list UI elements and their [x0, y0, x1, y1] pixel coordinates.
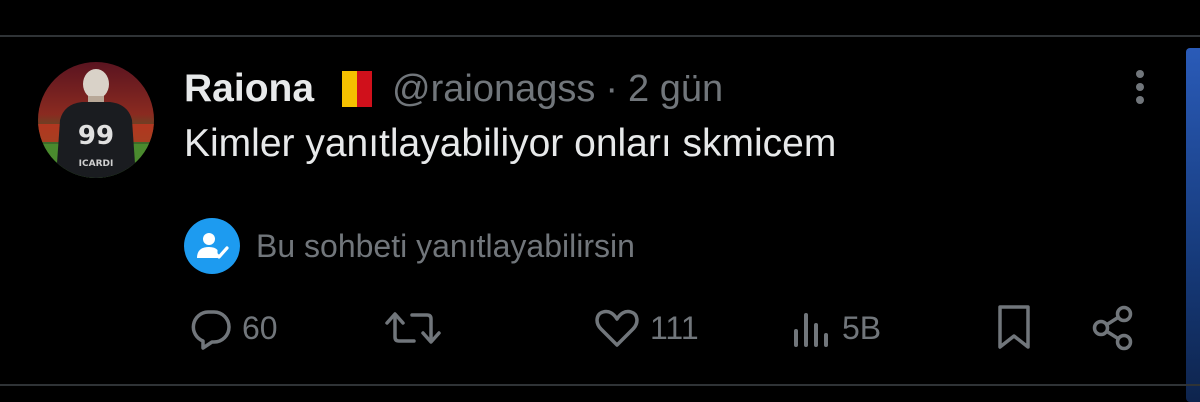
- more-options-icon[interactable]: [1128, 68, 1152, 108]
- flag-stripe-yellow: [342, 71, 358, 107]
- reply-button[interactable]: 60: [188, 300, 278, 356]
- user-handle[interactable]: @raionagss: [392, 68, 595, 111]
- avatar-jersey-number: 99: [78, 121, 114, 151]
- like-button[interactable]: 111: [592, 300, 699, 356]
- bookmark-button[interactable]: [994, 300, 1034, 356]
- avatar-image: 99 ICARDI: [38, 62, 154, 178]
- reply-notice-text: Bu sohbeti yanıtlayabilirsin: [256, 227, 635, 264]
- top-divider: [0, 35, 1200, 37]
- heart-icon: [595, 309, 639, 347]
- tweet-header: Raiona @raionagss · 2 gün: [184, 62, 723, 116]
- bookmark-icon: [998, 305, 1030, 349]
- views-icon: [794, 313, 828, 347]
- reply-permission-notice: Bu sohbeti yanıtlayabilirsin: [184, 218, 635, 274]
- reply-icon: [191, 310, 231, 350]
- share-button[interactable]: [1088, 300, 1138, 356]
- share-icon: [1092, 305, 1133, 351]
- avatar[interactable]: 99 ICARDI: [38, 62, 154, 178]
- retweet-icon: [385, 312, 441, 344]
- flag-emoji: [342, 71, 373, 107]
- views-count: 5B: [842, 309, 882, 346]
- views-button[interactable]: 5B: [790, 300, 881, 356]
- bottom-divider: [0, 384, 1200, 386]
- tweet-page: 99 ICARDI Raiona @raionagss · 2 gün Kiml…: [0, 0, 1200, 402]
- tweet-text: Kimler yanıtlayabiliyor onları skmicem: [184, 122, 837, 165]
- reply-count: 60: [242, 309, 278, 346]
- person-check-icon: [184, 218, 240, 274]
- avatar-jersey-name: ICARDI: [79, 159, 114, 169]
- flag-stripe-red: [357, 71, 373, 107]
- action-bar: 60 111 5B: [0, 300, 1200, 356]
- tweet-time[interactable]: 2 gün: [628, 68, 723, 111]
- display-name[interactable]: Raiona: [184, 67, 314, 111]
- like-count: 111: [650, 309, 699, 346]
- separator-dot: ·: [605, 67, 619, 110]
- retweet-button[interactable]: [384, 300, 450, 356]
